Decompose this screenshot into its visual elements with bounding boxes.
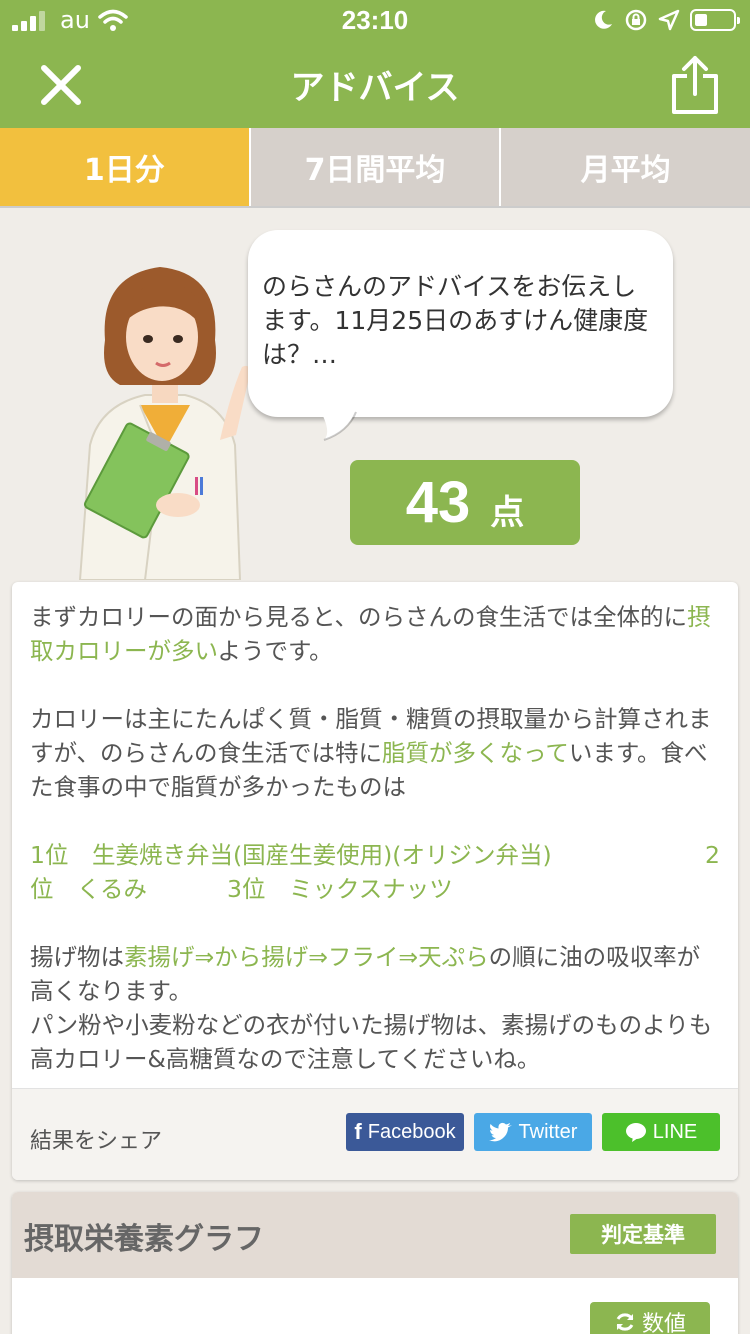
highlight-text: 素揚げ⇒から揚げ⇒フライ⇒天ぷら: [124, 943, 489, 971]
text-segment: ようです。: [217, 637, 333, 665]
rank-2: 位 くるみ: [30, 875, 148, 903]
value-button-label: 数値: [641, 1312, 686, 1334]
page-title: アドバイス: [290, 68, 460, 108]
health-score-badge: 43 点: [350, 460, 580, 545]
facebook-share-button[interactable]: f Facebook: [346, 1113, 464, 1151]
battery-icon: [690, 9, 740, 31]
line-share-button[interactable]: LINE: [602, 1113, 720, 1151]
speech-bubble-tail: [320, 410, 357, 441]
tab-7-day-average[interactable]: 7日間平均: [248, 128, 500, 206]
line-chat-icon: [625, 1123, 646, 1142]
advice-paragraph-fat: カロリーは主にたんぱく質・脂質・糖質の摂取量から計算されますが、のらさんの食生活…: [30, 702, 720, 804]
advice-paragraph-calorie: まずカロリーの面から見ると、のらさんの食生活では全体的に摂取カロリーが多いようで…: [30, 600, 720, 668]
text-segment: パン粉や小麦粉などの衣が付いた揚げ物は、素揚げのものよりも高カロリー&高糖質なの…: [30, 1011, 713, 1073]
rank-3: 3位 ミックスナッツ: [227, 875, 453, 903]
fat-ranking: 1位 生姜焼き弁当(国産生姜使用)(オリジン弁当) 2 位 くるみ 3位 ミックスナッ…: [30, 838, 720, 906]
rank-1: 1位 生姜焼き弁当(国産生姜使用)(オリジン弁当): [30, 841, 552, 869]
advice-speech-bubble: のらさんのアドバイスをお伝えします。11月25日のあすけん健康度は？…: [248, 230, 673, 417]
text-segment: まずカロリーの面から見ると、のらさんの食生活では全体的に: [30, 603, 688, 631]
nutritionist-illustration: [78, 267, 250, 580]
nutrient-graph-card: 摂取栄養素グラフ 判定基準 数値: [12, 1192, 738, 1334]
toggle-value-button[interactable]: 数値: [590, 1302, 710, 1334]
highlight-text: 脂質が多くなって: [382, 739, 569, 767]
period-tabs: 1日分 7日間平均 月平均: [0, 128, 750, 208]
share-label: 結果をシェア: [30, 1129, 163, 1154]
rotation-lock-icon: [625, 9, 647, 31]
nav-bar: アドバイス: [0, 40, 750, 128]
tab-1-day[interactable]: 1日分: [0, 128, 249, 206]
advice-intro-text: のらさんのアドバイスをお伝えします。11月25日のあすけん健康度は？…: [262, 272, 649, 369]
share-footer: 結果をシェア f Facebook Twitter LINE: [12, 1088, 738, 1180]
twitter-label: Twitter: [518, 1120, 578, 1143]
graph-header: 摂取栄養素グラフ 判定基準: [12, 1192, 738, 1278]
twitter-bird-icon: [488, 1122, 512, 1142]
health-score-value: 43: [405, 470, 471, 535]
rank-2-number: 2: [705, 841, 720, 869]
location-icon: [658, 9, 680, 31]
text-segment: 揚げ物は: [30, 943, 124, 971]
criteria-button[interactable]: 判定基準: [570, 1214, 716, 1254]
twitter-share-button[interactable]: Twitter: [474, 1113, 592, 1151]
line-label: LINE: [652, 1120, 698, 1143]
advice-card: まずカロリーの面から見ると、のらさんの食生活では全体的に摂取カロリーが多いようで…: [12, 582, 738, 1180]
advice-paragraph-fried: 揚げ物は素揚げ⇒から揚げ⇒フライ⇒天ぷらの順に油の吸収率が高くなります。 パン粉や…: [30, 940, 720, 1076]
tab-monthly-average[interactable]: 月平均: [499, 128, 750, 206]
moon-icon: [595, 10, 612, 29]
share-icon[interactable]: [670, 54, 720, 114]
health-score-unit: 点: [490, 493, 525, 533]
status-bar: au 23:10: [0, 0, 750, 40]
facebook-label: Facebook: [367, 1120, 456, 1143]
graph-title: 摂取栄養素グラフ: [24, 1222, 264, 1257]
facebook-icon: f: [354, 1119, 362, 1144]
refresh-icon: [616, 1313, 634, 1331]
